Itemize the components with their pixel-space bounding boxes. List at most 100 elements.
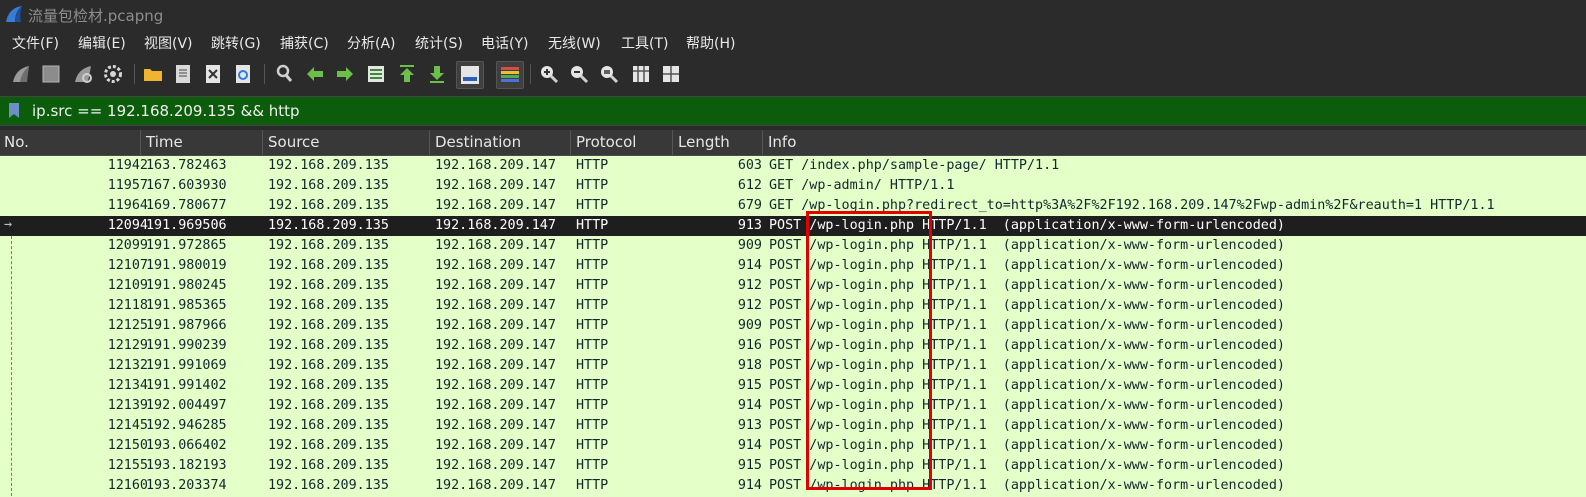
- arrow-down-icon[interactable]: [426, 63, 448, 85]
- packet-cell-info: POST /wp-login.php HTTP/1.1 (application…: [769, 258, 1285, 273]
- save-file-icon[interactable]: [172, 63, 194, 85]
- packet-row[interactable]: 12139 192.004497 192.168.209.135 192.168.20…: [0, 396, 1586, 416]
- column-header-time[interactable]: Time: [146, 133, 183, 151]
- packet-cell-time: 191.969506: [146, 218, 227, 233]
- autoscroll-icon[interactable]: [456, 61, 484, 89]
- packet-cell-info: POST /wp-login.php HTTP/1.1 (application…: [769, 378, 1285, 393]
- packet-cell-proto: HTTP: [576, 458, 609, 473]
- resize-columns-icon[interactable]: [630, 63, 652, 85]
- menu-statistics[interactable]: 统计(S): [415, 33, 463, 53]
- packet-cell-len: 918: [737, 358, 762, 373]
- column-header-length[interactable]: Length: [678, 133, 730, 151]
- packet-row[interactable]: 11964 169.780677 192.168.209.135 192.168.20…: [0, 196, 1586, 216]
- go-to-packet-icon[interactable]: [365, 63, 387, 85]
- layout-grid-icon[interactable]: [660, 63, 682, 85]
- packet-cell-len: 913: [737, 218, 762, 233]
- packet-cell-info: POST /wp-login.php HTTP/1.1 (application…: [769, 238, 1285, 253]
- packet-cell-dst: 192.168.209.147: [435, 198, 556, 213]
- bookmark-icon[interactable]: [8, 102, 20, 119]
- display-filter-bar[interactable]: ip.src == 192.168.209.135 && http: [0, 96, 1586, 126]
- zoom-reset-icon[interactable]: [598, 63, 620, 85]
- column-header-no[interactable]: No.: [4, 133, 29, 151]
- colorize-icon[interactable]: [496, 61, 524, 89]
- packet-row[interactable]: 12150 193.066402 192.168.209.135 192.168.20…: [0, 436, 1586, 456]
- find-magnifier-icon[interactable]: [274, 63, 296, 85]
- packet-cell-dst: 192.168.209.147: [435, 258, 556, 273]
- packet-cell-src: 192.168.209.135: [268, 318, 389, 333]
- packet-cell-len: 915: [737, 378, 762, 393]
- reload-icon[interactable]: [232, 63, 254, 85]
- menu-capture[interactable]: 捕获(C): [280, 33, 329, 53]
- shark-fin-start-icon[interactable]: [10, 63, 32, 85]
- packet-cell-no: 12129: [107, 338, 148, 353]
- menu-telephony[interactable]: 电话(Y): [481, 33, 528, 53]
- packet-row[interactable]: 12160 193.203374 192.168.209.135 192.168.20…: [0, 476, 1586, 496]
- packet-row[interactable]: 12094 191.969506 192.168.209.135 192.168.20…: [0, 216, 1586, 236]
- packet-row[interactable]: 11957 167.603930 192.168.209.135 192.168.20…: [0, 176, 1586, 196]
- arrow-left-icon[interactable]: [304, 63, 326, 85]
- packet-cell-proto: HTTP: [576, 478, 609, 493]
- packet-cell-src: 192.168.209.135: [268, 278, 389, 293]
- packet-row[interactable]: 11942 163.782463 192.168.209.135 192.168.20…: [0, 156, 1586, 176]
- packet-row[interactable]: 12107 191.980019 192.168.209.135 192.168.20…: [0, 256, 1586, 276]
- packet-cell-src: 192.168.209.135: [268, 218, 389, 233]
- packet-cell-proto: HTTP: [576, 298, 609, 313]
- arrow-right-icon[interactable]: [334, 63, 356, 85]
- menu-help[interactable]: 帮助(H): [686, 33, 735, 53]
- packet-row[interactable]: 12099 191.972865 192.168.209.135 192.168.20…: [0, 236, 1586, 256]
- title-bar: 流量包检材.pcapng: [0, 0, 1586, 30]
- packet-cell-dst: 192.168.209.147: [435, 418, 556, 433]
- packet-cell-dst: 192.168.209.147: [435, 298, 556, 313]
- packet-row[interactable]: 12129 191.990239 192.168.209.135 192.168.20…: [0, 336, 1586, 356]
- packet-row[interactable]: 12145 192.946285 192.168.209.135 192.168.20…: [0, 416, 1586, 436]
- packet-row[interactable]: 12155 193.182193 192.168.209.135 192.168.20…: [0, 456, 1586, 476]
- packet-cell-no: 12134: [107, 378, 148, 393]
- packet-row[interactable]: 12118 191.985365 192.168.209.135 192.168.20…: [0, 296, 1586, 316]
- packet-cell-dst: 192.168.209.147: [435, 458, 556, 473]
- column-header-source[interactable]: Source: [268, 133, 320, 151]
- packet-cell-no: 11957: [107, 178, 148, 193]
- packet-row[interactable]: 12134 191.991402 192.168.209.135 192.168.20…: [0, 376, 1586, 396]
- menu-view[interactable]: 视图(V): [144, 33, 193, 53]
- menu-wireless[interactable]: 无线(W): [548, 33, 601, 53]
- packet-cell-src: 192.168.209.135: [268, 298, 389, 313]
- packet-cell-proto: HTTP: [576, 158, 609, 173]
- stop-square-icon[interactable]: [40, 63, 62, 85]
- menu-analyze[interactable]: 分析(A): [347, 33, 396, 53]
- packet-cell-proto: HTTP: [576, 358, 609, 373]
- packet-cell-dst: 192.168.209.147: [435, 358, 556, 373]
- column-header-info[interactable]: Info: [768, 133, 796, 151]
- zoom-in-icon[interactable]: [538, 63, 560, 85]
- menu-go[interactable]: 跳转(G): [211, 33, 261, 53]
- packet-cell-proto: HTTP: [576, 278, 609, 293]
- packet-row[interactable]: 12109 191.980245 192.168.209.135 192.168.20…: [0, 276, 1586, 296]
- column-header-destination[interactable]: Destination: [435, 133, 521, 151]
- zoom-out-icon[interactable]: [568, 63, 590, 85]
- packet-cell-no: 12125: [107, 318, 148, 333]
- packet-cell-dst: 192.168.209.147: [435, 158, 556, 173]
- shark-fin-restart-icon[interactable]: [72, 63, 94, 85]
- packet-cell-no: 12160: [107, 478, 148, 493]
- menu-edit[interactable]: 编辑(E): [78, 33, 126, 53]
- packet-cell-no: 11942: [107, 158, 148, 173]
- packet-row[interactable]: 12125 191.987966 192.168.209.135 192.168.20…: [0, 316, 1586, 336]
- menu-file[interactable]: 文件(F): [12, 33, 59, 53]
- display-filter-input[interactable]: ip.src == 192.168.209.135 && http: [32, 102, 300, 120]
- packet-row[interactable]: 12132 191.991069 192.168.209.135 192.168.20…: [0, 356, 1586, 376]
- packet-cell-src: 192.168.209.135: [268, 258, 389, 273]
- packet-cell-no: 12155: [107, 458, 148, 473]
- packet-cell-info: POST /wp-login.php HTTP/1.1 (application…: [769, 458, 1285, 473]
- packet-list-header: No. Time Source Destination Protocol Len…: [0, 130, 1586, 156]
- packet-cell-no: 12139: [107, 398, 148, 413]
- close-file-icon[interactable]: [202, 63, 224, 85]
- packet-cell-proto: HTTP: [576, 398, 609, 413]
- packet-cell-len: 603: [737, 158, 762, 173]
- gear-options-icon[interactable]: [102, 63, 124, 85]
- open-folder-icon[interactable]: [142, 63, 164, 85]
- packet-cell-info: POST /wp-login.php HTTP/1.1 (application…: [769, 358, 1285, 373]
- packet-cell-time: 193.066402: [146, 438, 227, 453]
- arrow-up-icon[interactable]: [396, 63, 418, 85]
- menu-tools[interactable]: 工具(T): [621, 33, 668, 53]
- packet-cell-len: 914: [737, 258, 762, 273]
- column-header-protocol[interactable]: Protocol: [576, 133, 636, 151]
